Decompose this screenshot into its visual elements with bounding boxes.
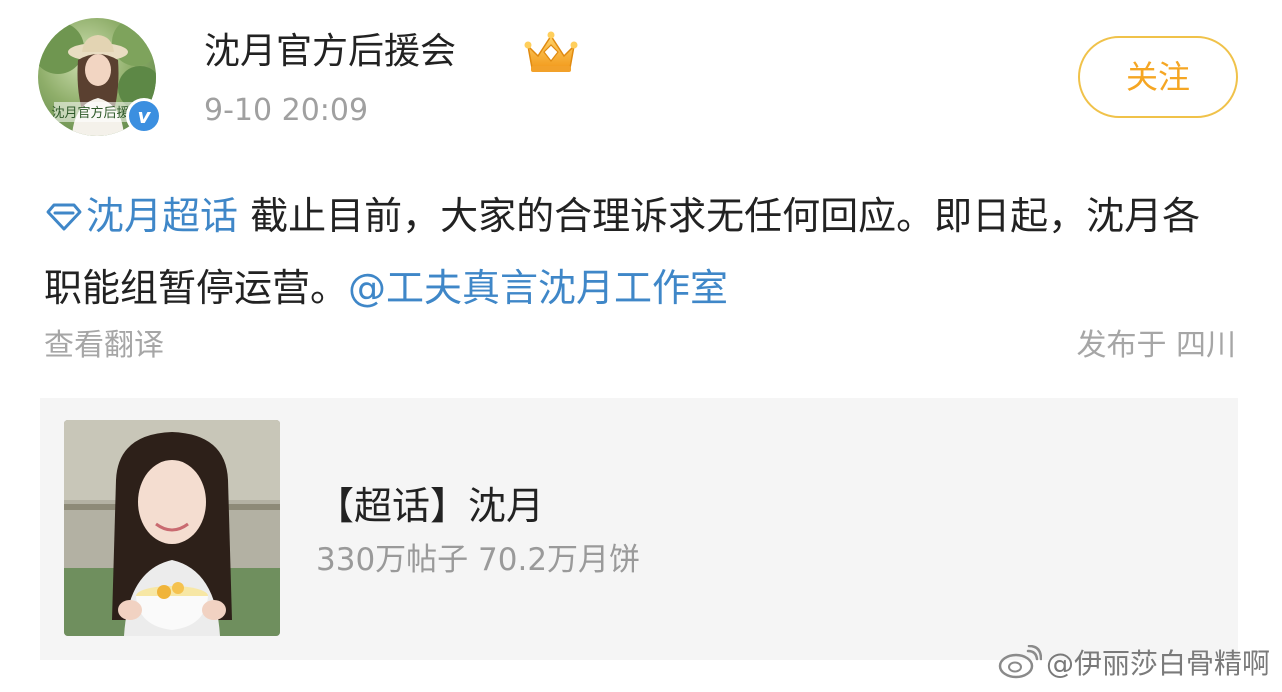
super-topic-title: 【超话】沈月: [316, 484, 545, 528]
super-topic-label: 沈月超话: [86, 194, 239, 238]
author-name[interactable]: 沈月官方后援会: [204, 30, 456, 74]
watermark: @伊丽莎白骨精啊: [998, 640, 1270, 684]
weibo-logo-icon: [998, 645, 1042, 679]
post-location: 发布于 四川: [1076, 328, 1236, 363]
view-translation-link[interactable]: 查看翻译: [44, 326, 164, 366]
post-content: 沈月超话 截止目前，大家的合理诉求无任何回应。即日起，沈月各职能组暂停运营。@工…: [44, 180, 1234, 324]
follow-button[interactable]: 关注: [1078, 36, 1238, 118]
weibo-post: 沈月官方后援会 v 沈月官方后援会 9-10 20:09 关注 沈月超话 截止目…: [0, 0, 1282, 692]
super-topic-card[interactable]: 【超话】沈月 330万帖子 70.2万月饼: [40, 398, 1238, 660]
watermark-text: @伊丽莎白骨精啊: [1045, 647, 1270, 680]
super-topic-diamond-icon: [46, 203, 82, 231]
super-topic-link[interactable]: 沈月超话: [44, 194, 238, 238]
mention-link[interactable]: @工夫真言沈月工作室: [348, 266, 728, 310]
crown-icon: [524, 31, 578, 72]
super-topic-thumbnail: [64, 420, 280, 636]
super-topic-stats: 330万帖子 70.2万月饼: [316, 542, 641, 578]
post-timestamp: 9-10 20:09: [204, 93, 369, 128]
verified-badge-icon: v: [126, 98, 162, 134]
